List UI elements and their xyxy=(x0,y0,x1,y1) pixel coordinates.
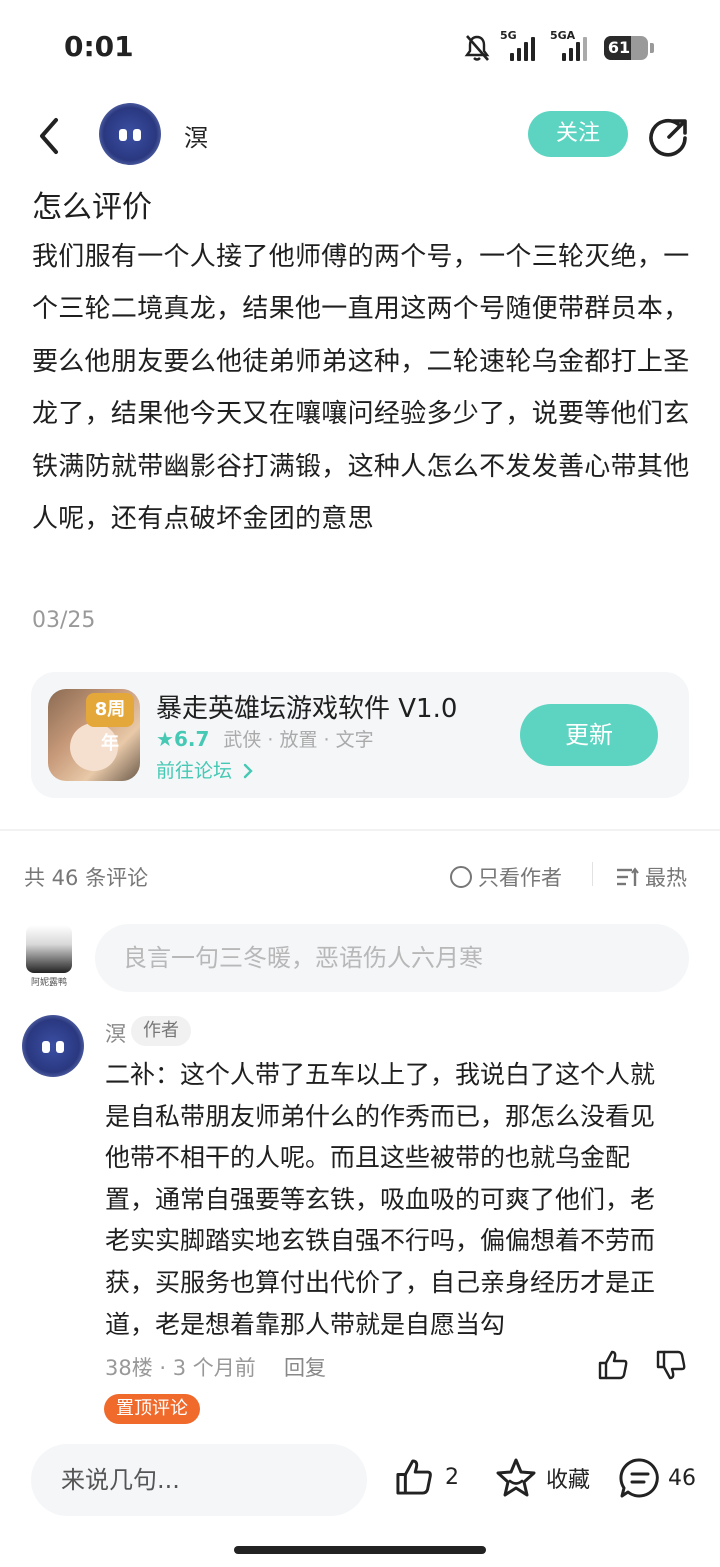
battery-icon: 61 xyxy=(604,36,648,60)
favorite-button[interactable]: 收藏 xyxy=(494,1456,590,1500)
commenter-avatar[interactable] xyxy=(22,1015,84,1077)
author-tag: 作者 xyxy=(131,1016,191,1046)
only-author-toggle[interactable]: 只看作者 xyxy=(450,862,562,892)
thumbs-up-icon[interactable] xyxy=(596,1348,630,1382)
author-avatar[interactable] xyxy=(99,103,161,165)
comment-count-button[interactable]: 46 xyxy=(618,1456,696,1500)
home-indicator[interactable] xyxy=(234,1546,486,1554)
commenter-name[interactable]: 溟 xyxy=(105,1018,126,1048)
comment-bubble-icon xyxy=(619,1458,659,1498)
sort-label: 最热 xyxy=(645,866,687,890)
comments-count: 共 46 条评论 xyxy=(24,866,149,890)
status-time: 0:01 xyxy=(64,30,134,63)
app-tags: 武侠 · 放置 · 文字 xyxy=(223,729,374,751)
comment-input[interactable]: 良言一句三冬暖，恶语伤人六月寒 xyxy=(95,924,689,992)
section-divider xyxy=(0,829,720,831)
bell-muted-icon xyxy=(464,35,490,61)
signal-label: 5GA xyxy=(550,29,576,42)
app-rating: ★6.7 xyxy=(156,727,209,751)
update-button[interactable]: 更新 xyxy=(520,704,658,766)
like-count: 2 xyxy=(445,1464,459,1490)
bottom-bar: 来说几句... 2 收藏 46 xyxy=(0,1424,720,1567)
signal-label: 5G xyxy=(500,29,517,42)
post-title: 怎么评价 xyxy=(32,190,152,225)
app-card[interactable]: 8周年 暴走英雄坛游戏软件 V1.0 ★6.7 武侠 · 放置 · 文字 前往论… xyxy=(31,672,689,798)
my-avatar-caption: 阿妮露鸭 xyxy=(30,978,67,988)
star-icon: ★ xyxy=(156,726,174,751)
go-to-forum-link[interactable]: 前往论坛 xyxy=(156,756,254,783)
status-bar: 0:01 5G 5GA 61 xyxy=(0,0,720,96)
my-avatar[interactable]: 阿妮露鸭 xyxy=(26,925,72,988)
anniversary-badge: 8周年 xyxy=(86,693,134,754)
reply-button[interactable]: 回复 xyxy=(284,1352,326,1382)
favorite-star-icon xyxy=(496,1458,536,1497)
app-meta: ★6.7 武侠 · 放置 · 文字 xyxy=(156,725,374,752)
thumbs-up-icon xyxy=(396,1459,432,1495)
share-icon[interactable] xyxy=(648,116,690,158)
chevron-right-icon xyxy=(243,763,253,779)
signal-5ga-icon: 5GA xyxy=(550,29,594,61)
post-body: 我们服有一个人接了他师傅的两个号，一个三轮灭绝，一个三轮二境真龙，结果他一直用这… xyxy=(32,242,690,535)
comment-body[interactable]: 二补：这个人带了五车以上了，我说白了这个人就是自私带朋友师弟什么的作秀而已，那怎… xyxy=(105,1054,679,1346)
thumbs-down-icon[interactable] xyxy=(654,1348,688,1382)
comment-meta: 38楼 · 3 个月前 xyxy=(105,1356,256,1380)
post-header: 溟 关注 xyxy=(0,96,720,176)
status-icons: 5G 5GA 61 xyxy=(464,29,654,62)
only-author-label: 只看作者 xyxy=(478,866,562,890)
rating-value: 6.7 xyxy=(173,726,210,751)
like-button[interactable]: 2 xyxy=(393,1456,459,1498)
sort-lines-icon xyxy=(617,867,639,886)
back-arrow-icon[interactable] xyxy=(30,114,70,158)
battery-level: 61 xyxy=(607,38,631,57)
app-name[interactable]: 暴走英雄坛游戏软件 V1.0 xyxy=(156,688,457,725)
post-date: 03/25 xyxy=(32,608,96,633)
comment-count: 46 xyxy=(668,1465,696,1491)
favorite-label: 收藏 xyxy=(546,1468,591,1493)
radio-circle-icon xyxy=(450,866,472,888)
author-name[interactable]: 溟 xyxy=(184,118,208,153)
app-icon[interactable]: 8周年 xyxy=(48,689,140,781)
follow-button[interactable]: 关注 xyxy=(528,111,628,157)
signal-5g-icon: 5G xyxy=(500,29,540,61)
sort-hot-button[interactable]: 最热 xyxy=(615,862,687,892)
say-something-input[interactable]: 来说几句... xyxy=(31,1444,367,1516)
go-to-forum-label: 前往论坛 xyxy=(156,760,233,782)
pinned-comment-tag: 置顶评论 xyxy=(104,1394,200,1424)
